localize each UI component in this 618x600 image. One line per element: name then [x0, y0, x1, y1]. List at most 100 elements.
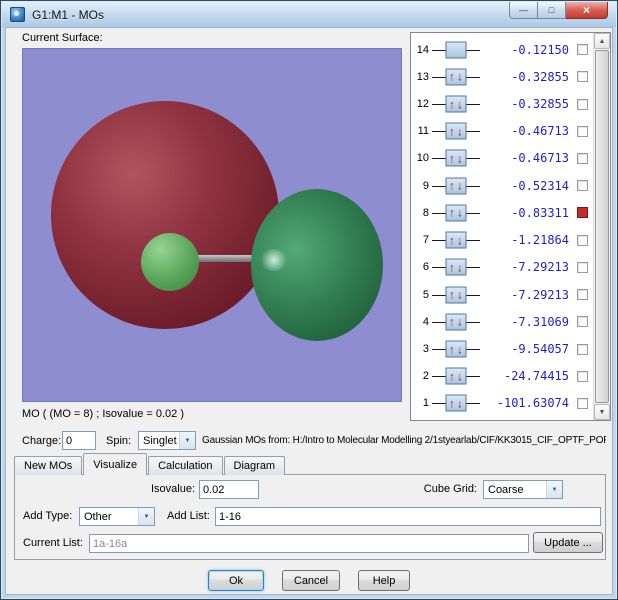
- mo-row: 6 ↑ ↓ -7.29213: [411, 254, 593, 281]
- mo-row: 10 ↑ ↓ -0.46713: [411, 145, 593, 172]
- orbital-occupancy-icon[interactable]: ↑↓: [445, 258, 467, 276]
- spin-label: Spin:: [106, 435, 132, 447]
- maximize-button[interactable]: □: [538, 2, 566, 19]
- orbital-occupancy-icon[interactable]: ↑↓: [445, 394, 467, 412]
- spin-up-icon: ↑: [449, 205, 455, 220]
- orbital-occupancy-icon[interactable]: ↑↓: [445, 122, 467, 140]
- add-type-select[interactable]: Other ▼: [79, 507, 155, 526]
- cancel-button[interactable]: Cancel: [282, 570, 340, 591]
- mo-row: 11 ↑ ↓ -0.46713: [411, 118, 593, 145]
- tab-new-mos[interactable]: New MOs: [14, 456, 83, 475]
- window-controls: — □ ×: [509, 2, 608, 19]
- spin-down-icon: ↓: [457, 151, 463, 166]
- mo-checkbox[interactable]: [577, 44, 588, 56]
- spin-select[interactable]: Singlet ▼: [138, 431, 196, 450]
- mo-level: ↑↓: [432, 312, 480, 332]
- mo-checkbox[interactable]: [577, 289, 588, 301]
- mo-checkbox[interactable]: [577, 180, 588, 192]
- mo-checkbox[interactable]: [577, 98, 588, 110]
- mo-level: ↑↓: [432, 67, 480, 87]
- spin-up-icon: ↑: [449, 97, 455, 112]
- spin-up-icon: ↑: [449, 260, 455, 275]
- titlebar[interactable]: G1:M1 - MOs — □ ×: [2, 2, 616, 27]
- update-button[interactable]: Update ...: [533, 532, 603, 553]
- mo-number: 7: [422, 234, 429, 247]
- tab-diagram[interactable]: Diagram: [223, 456, 286, 475]
- tab-calculation[interactable]: Calculation: [148, 456, 223, 475]
- current-list-input[interactable]: [89, 534, 529, 553]
- mo-checkbox[interactable]: [577, 71, 588, 83]
- spin-up-icon: ↑: [449, 69, 455, 84]
- visualize-tab-panel: Isovalue: Cube Grid: Coarse ▼ Add Type: …: [14, 474, 606, 560]
- orbital-occupancy-icon[interactable]: ↑↓: [445, 149, 467, 167]
- spin-up-icon: ↑: [449, 233, 455, 248]
- mo-checkbox[interactable]: [577, 152, 588, 164]
- mo-row: 8 ↑ ↓ -0.83311: [411, 199, 593, 226]
- add-list-label: Add List:: [167, 510, 210, 522]
- orbital-occupancy-icon[interactable]: ↑↓: [445, 41, 467, 59]
- ok-button[interactable]: Ok: [208, 570, 264, 591]
- orbital-occupancy-icon[interactable]: ↑↓: [445, 231, 467, 249]
- mo-checkbox[interactable]: [577, 370, 588, 382]
- close-button[interactable]: ×: [566, 2, 608, 19]
- orbital-occupancy-icon[interactable]: ↑↓: [445, 367, 467, 385]
- orbital-occupancy-icon[interactable]: ↑↓: [445, 340, 467, 358]
- add-list-input[interactable]: [215, 507, 601, 526]
- maximize-icon: □: [548, 5, 555, 15]
- help-button[interactable]: Help: [358, 570, 410, 591]
- spin-down-icon: ↓: [457, 233, 463, 248]
- mo-number: 10: [416, 152, 429, 165]
- spin-down-icon: ↓: [457, 124, 463, 139]
- lobe-highlight: [259, 249, 289, 271]
- charge-input[interactable]: [62, 431, 96, 450]
- mo-checkbox[interactable]: [577, 261, 588, 273]
- minimize-button[interactable]: —: [509, 2, 538, 19]
- mo-energy: -0.52314: [511, 178, 569, 193]
- cube-grid-value: Coarse: [488, 483, 524, 496]
- minimize-icon: —: [519, 5, 528, 15]
- scroll-up-button[interactable]: ▲: [594, 33, 610, 49]
- tab-visualize[interactable]: Visualize: [83, 453, 148, 475]
- mo-list-scrollbar[interactable]: ▲ ▼: [593, 33, 610, 420]
- orbital-occupancy-icon[interactable]: ↑↓: [445, 313, 467, 331]
- orbital-occupancy-icon[interactable]: ↑↓: [445, 286, 467, 304]
- mo-checkbox[interactable]: [577, 125, 588, 137]
- current-surface-label: Current Surface:: [22, 32, 103, 44]
- spin-up-icon: ↑: [449, 124, 455, 139]
- orbital-occupancy-icon[interactable]: ↑↓: [445, 204, 467, 222]
- close-icon: ×: [582, 3, 590, 17]
- mo-number: 5: [422, 288, 429, 301]
- mo-checkbox[interactable]: [577, 316, 588, 328]
- molecule-viewport[interactable]: [22, 48, 402, 402]
- mo-number: 14: [416, 43, 429, 56]
- dialog-body: Current Surface: MO ( (MO = 8) ; Isovalu…: [5, 27, 613, 595]
- window-icon[interactable]: [10, 7, 25, 22]
- mo-level: ↑↓: [432, 285, 480, 305]
- orbital-occupancy-icon[interactable]: ↑↓: [445, 68, 467, 86]
- spin-down-icon: ↓: [457, 260, 463, 275]
- mo-number: 8: [422, 206, 429, 219]
- spin-up-icon: ↑: [449, 178, 455, 193]
- isovalue-input[interactable]: [199, 480, 259, 499]
- mo-row: 5 ↑ ↓ -7.29213: [411, 281, 593, 308]
- scroll-down-button[interactable]: ▼: [594, 404, 610, 420]
- mo-row: 7 ↑ ↓ -1.21864: [411, 227, 593, 254]
- orbital-occupancy-icon[interactable]: ↑↓: [445, 177, 467, 195]
- mo-checkbox[interactable]: [577, 343, 588, 355]
- spin-down-icon: ↓: [457, 205, 463, 220]
- mo-level: ↑↓: [432, 121, 480, 141]
- mo-row: 2 ↑ ↓ -24.74415: [411, 363, 593, 390]
- mo-level: ↑↓: [432, 148, 480, 168]
- mo-checkbox[interactable]: [577, 234, 588, 246]
- mo-energy: -0.83311: [511, 205, 569, 220]
- cube-grid-select[interactable]: Coarse ▼: [483, 480, 563, 499]
- mo-level: ↑↓: [432, 94, 480, 114]
- mo-number: 9: [422, 179, 429, 192]
- orbital-occupancy-icon[interactable]: ↑↓: [445, 95, 467, 113]
- scrollbar-thumb[interactable]: [595, 50, 609, 403]
- mo-energy: -1.21864: [511, 233, 569, 248]
- mo-checkbox[interactable]: [577, 397, 588, 409]
- mo-level: ↑↓: [432, 230, 480, 250]
- mo-level: ↑↓: [432, 366, 480, 386]
- mo-checkbox[interactable]: [577, 207, 588, 219]
